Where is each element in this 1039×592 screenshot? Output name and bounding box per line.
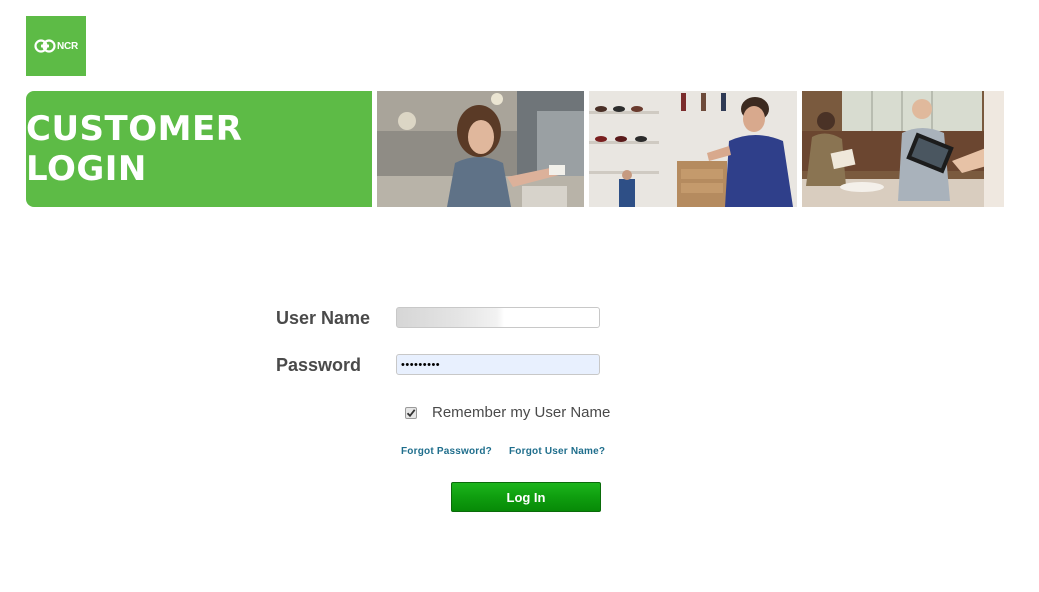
forgot-username-link[interactable]: Forgot User Name? <box>509 446 605 457</box>
logo-text: NCR <box>56 40 79 52</box>
checkmark-icon <box>406 408 416 417</box>
username-label: User Name <box>276 308 371 328</box>
username-field[interactable] <box>396 307 600 328</box>
password-label: Password <box>276 355 362 375</box>
remember-username-checkbox[interactable] <box>405 406 417 419</box>
page-title: CUSTOMER LOGIN <box>26 109 243 189</box>
remember-username-row: Remember my User Name <box>405 404 610 421</box>
header-banner: CUSTOMER LOGIN <box>26 91 1004 207</box>
banner-photo-restaurant <box>802 91 1004 207</box>
login-page: NCR CUSTOMER LOGIN User Name Password ••… <box>0 0 1039 592</box>
ncr-logo-icon <box>34 39 56 53</box>
password-field[interactable] <box>396 354 600 375</box>
ncr-logo: NCR <box>26 16 86 76</box>
banner-photo-shoe-store <box>589 91 797 207</box>
banner-title-block: CUSTOMER LOGIN <box>26 91 372 207</box>
login-button[interactable]: Log In <box>451 482 601 512</box>
banner-photo-cashier <box>377 91 584 207</box>
remember-username-label: Remember my User Name <box>432 404 611 421</box>
forgot-password-link[interactable]: Forgot Password? <box>401 446 492 457</box>
